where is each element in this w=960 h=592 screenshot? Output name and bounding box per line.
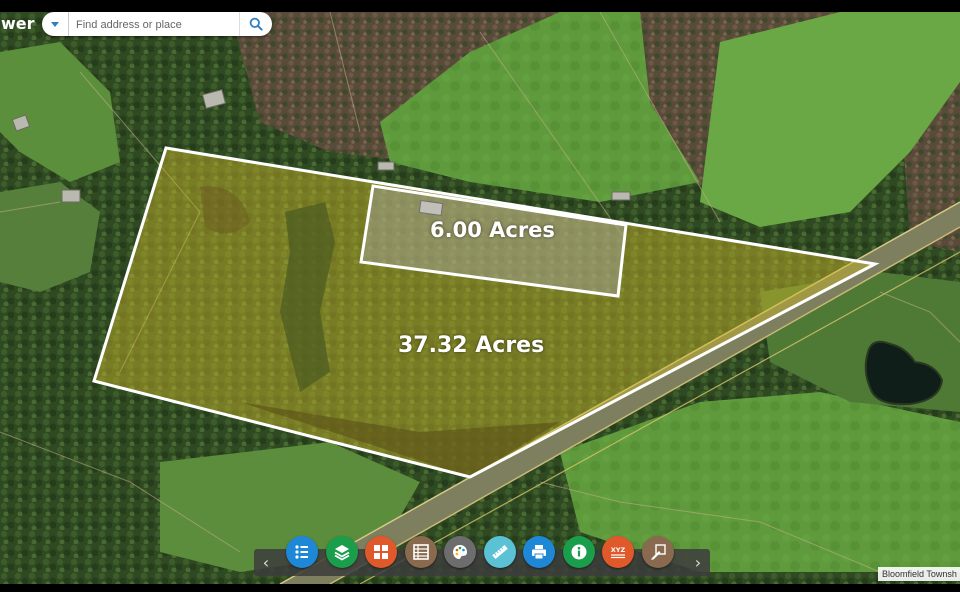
app-frame: 6.00 Acres 37.32 Acres wer ‹ <box>0 0 960 592</box>
legend-button[interactable] <box>286 536 318 568</box>
print-icon <box>532 545 546 560</box>
toolbar-scroll-left-button[interactable]: ‹ <box>254 549 278 576</box>
layers-icon <box>334 545 350 561</box>
chevron-left-icon: ‹ <box>262 553 270 572</box>
measure-button[interactable] <box>484 536 516 568</box>
attribute-table-button[interactable] <box>405 536 437 568</box>
chevron-right-icon: › <box>694 553 702 572</box>
parcel-label-small: 6.00 Acres <box>430 218 555 242</box>
satellite-imagery <box>0 12 960 584</box>
map-attribution: Bloomfield Townsh <box>878 567 960 581</box>
app-title: wer <box>1 14 35 33</box>
palette-icon <box>453 545 467 559</box>
map-toolbar: ‹ XYZ › <box>254 536 710 576</box>
chevron-down-icon <box>51 21 59 27</box>
xyz-coordinates-icon: XYZ <box>611 546 626 559</box>
measure-ruler-icon <box>492 544 508 560</box>
search-icon <box>249 17 263 31</box>
style-button[interactable] <box>444 536 476 568</box>
info-icon <box>571 544 587 560</box>
table-icon <box>413 544 429 560</box>
identify-button[interactable] <box>563 536 595 568</box>
search-box <box>42 12 272 36</box>
svg-text:XYZ: XYZ <box>611 546 626 554</box>
draw-button[interactable] <box>642 536 674 568</box>
toolbar-scroll-right-button[interactable]: › <box>686 549 710 576</box>
legend-list-icon <box>295 545 308 559</box>
search-source-dropdown[interactable] <box>42 12 69 36</box>
search-button[interactable] <box>239 12 272 36</box>
basemap-grid-icon <box>374 545 388 559</box>
layers-button[interactable] <box>326 536 358 568</box>
parcel-label-large: 37.32 Acres <box>398 333 545 358</box>
coordinates-button[interactable]: XYZ <box>602 536 634 568</box>
basemap-button[interactable] <box>365 536 397 568</box>
draw-markup-icon <box>651 544 666 560</box>
print-button[interactable] <box>523 536 555 568</box>
search-input[interactable] <box>74 15 238 35</box>
map-canvas[interactable]: 6.00 Acres 37.32 Acres <box>0 12 960 584</box>
